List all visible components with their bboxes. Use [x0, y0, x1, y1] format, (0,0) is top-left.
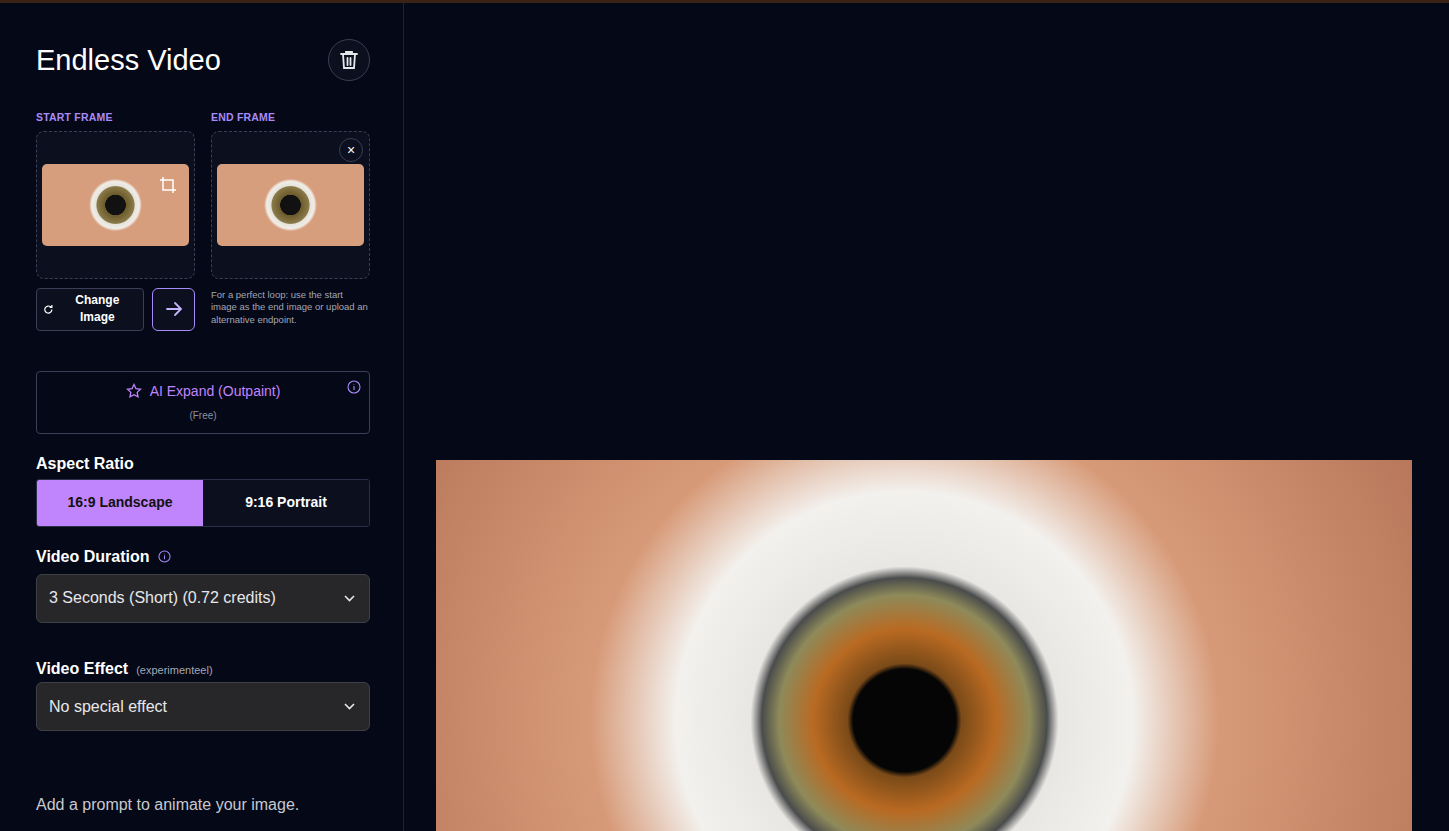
effect-value: No special effect — [49, 695, 167, 719]
chevron-down-icon — [344, 703, 355, 710]
outpaint-label: AI Expand (Outpaint) — [150, 381, 281, 402]
duration-value: 3 Seconds (Short) (0.72 credits) — [49, 586, 276, 610]
aspect-ratio-toggle: 16:9 Landscape 9:16 Portrait — [36, 479, 370, 527]
preview-area — [404, 3, 1449, 831]
copy-to-end-button[interactable] — [152, 288, 195, 331]
aspect-option[interactable]: 9:16 Portrait — [203, 480, 369, 526]
frame-image — [42, 164, 189, 246]
app-title: Endless Video — [36, 43, 221, 78]
crop-icon[interactable] — [159, 176, 177, 194]
arrow-right-icon — [165, 301, 183, 317]
effect-note: (experimenteel) — [136, 662, 212, 679]
change-image-button[interactable]: Change Image — [36, 288, 144, 331]
settings-sidebar: Endless Video START FRAME Change Image — [0, 3, 404, 831]
end-frame[interactable]: × — [211, 131, 370, 279]
aspect-option[interactable]: 16:9 Landscape — [37, 480, 203, 526]
outpaint-button[interactable]: AI Expand (Outpaint) (Free) — [36, 371, 370, 434]
frame-label: START FRAME — [36, 111, 195, 124]
remove-frame-button[interactable]: × — [339, 138, 363, 162]
outpaint-note: (Free) — [67, 408, 339, 423]
preview-image — [436, 460, 1412, 831]
prompt-label: Add a prompt to animate your image. — [36, 793, 370, 817]
frame-label: END FRAME — [211, 111, 370, 124]
duration-select[interactable]: 3 Seconds (Short) (0.72 credits) — [36, 574, 370, 623]
info-icon[interactable] — [158, 550, 171, 563]
loop-hint: For a perfect loop: use the start image … — [211, 289, 370, 327]
refresh-icon — [43, 304, 54, 315]
effect-select[interactable]: No special effect — [36, 682, 370, 731]
app-window: Endless Video START FRAME Change Image — [0, 0, 1449, 831]
frame-image — [217, 164, 364, 246]
start-frame[interactable] — [36, 131, 195, 279]
effect-label: Video Effect — [36, 659, 128, 678]
info-icon[interactable] — [347, 380, 361, 394]
trash-icon — [340, 50, 358, 70]
duration-label: Video Duration — [36, 547, 150, 566]
chevron-down-icon — [344, 595, 355, 602]
aspect-ratio-label: Aspect Ratio — [36, 454, 370, 473]
delete-button[interactable] — [328, 39, 370, 81]
star-icon — [126, 383, 142, 399]
change-image-label: Change Image — [58, 292, 137, 326]
